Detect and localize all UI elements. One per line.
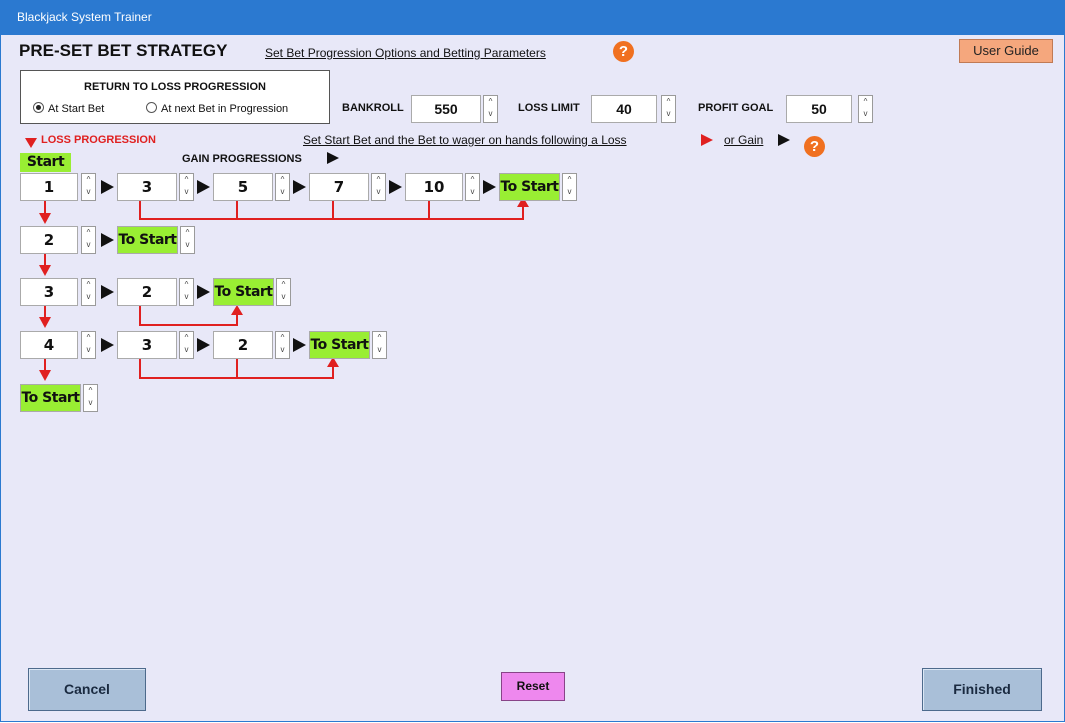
to-start-row-1[interactable]: To Start [499,173,560,201]
arrow-right-icon [101,233,114,247]
arrow-right-icon [197,285,210,299]
to-start-row-3-spinner[interactable]: ^ v [276,278,291,306]
loss-bet-2[interactable]: 2 [20,226,78,254]
loss-bet-3-spinner[interactable]: ^ v [81,278,96,306]
progression-connectors [39,197,529,381]
arrow-right-icon [101,338,114,352]
gain-bet-1-3[interactable]: 7 [309,173,369,201]
to-start-row-4-spinner[interactable]: ^ v [372,331,387,359]
arrow-right-icon [197,338,210,352]
gain-bet-4-2-spinner[interactable]: ^ v [275,331,290,359]
gain-bet-3-1-spinner[interactable]: ^ v [179,278,194,306]
to-start-row-2-spinner[interactable]: ^ v [180,226,195,254]
gain-bet-1-4[interactable]: 10 [405,173,463,201]
arrow-right-icon [483,180,496,194]
gain-bet-3-1[interactable]: 2 [117,278,177,306]
gain-bet-1-3-spinner[interactable]: ^ v [371,173,386,201]
reset-button[interactable]: Reset [501,672,565,701]
gain-bet-1-1-spinner[interactable]: ^ v [179,173,194,201]
loss-bet-4[interactable]: 4 [20,331,78,359]
loss-bet-1[interactable]: 1 [20,173,78,201]
loss-bet-1-spinner[interactable]: ^ v [81,173,96,201]
gain-bet-4-2[interactable]: 2 [213,331,273,359]
gain-bet-1-2[interactable]: 5 [213,173,273,201]
to-start-row-3[interactable]: To Start [213,278,274,306]
finished-button[interactable]: Finished [922,668,1042,711]
to-start-final-spinner[interactable]: ^ v [83,384,98,412]
arrow-right-icon [197,180,210,194]
arrow-right-icon [101,180,114,194]
to-start-row-4[interactable]: To Start [309,331,370,359]
gain-bet-4-1-spinner[interactable]: ^ v [179,331,194,359]
to-start-row-2[interactable]: To Start [117,226,178,254]
gain-bet-1-2-spinner[interactable]: ^ v [275,173,290,201]
loss-bet-2-spinner[interactable]: ^ v [81,226,96,254]
gain-bet-4-1[interactable]: 3 [117,331,177,359]
to-start-final[interactable]: To Start [20,384,81,412]
gain-bet-1-1[interactable]: 3 [117,173,177,201]
app-window: Blackjack System Trainer PRE-SET BET STR… [0,0,1065,722]
to-start-row-1-spinner[interactable]: ^ v [562,173,577,201]
cancel-button[interactable]: Cancel [28,668,146,711]
arrow-right-icon [293,338,306,352]
arrow-right-icon [293,180,306,194]
arrow-right-icon [101,285,114,299]
arrow-right-icon [389,180,402,194]
loss-bet-3[interactable]: 3 [20,278,78,306]
gain-bet-1-4-spinner[interactable]: ^ v [465,173,480,201]
loss-bet-4-spinner[interactable]: ^ v [81,331,96,359]
